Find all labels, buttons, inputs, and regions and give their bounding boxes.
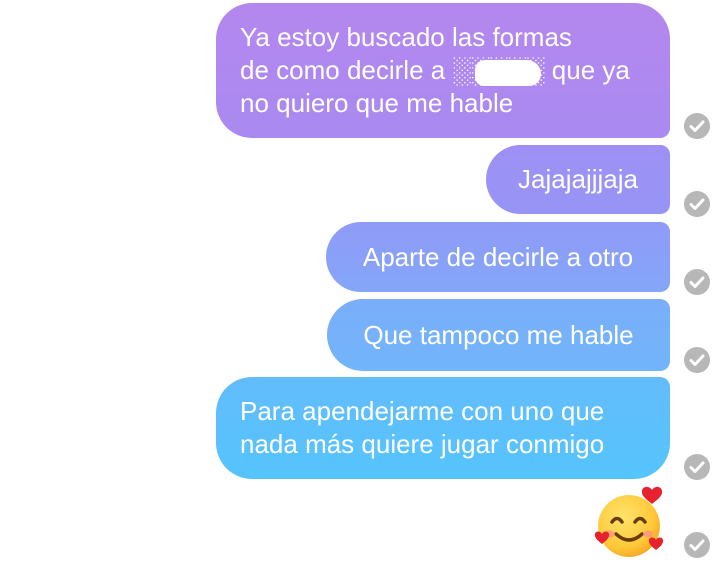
message-bubble[interactable]: Jajajajjjaja xyxy=(486,145,670,214)
message-text: Aparte de decirle a otro xyxy=(362,241,634,272)
message-bubble[interactable]: Aparte de decirle a otro xyxy=(326,222,670,292)
message-text: Ya estoy buscado las formas de como deci… xyxy=(240,22,630,118)
check-circle-icon xyxy=(684,113,710,139)
check-circle-icon xyxy=(684,454,710,480)
message-text: Jajajajjjaja xyxy=(518,164,638,194)
redaction-mark xyxy=(475,60,541,86)
message-bubble[interactable]: Para apendejarme con uno que nada más qu… xyxy=(216,377,670,479)
check-circle-icon xyxy=(684,269,710,295)
message-text: Para apendejarme con uno que nada más qu… xyxy=(240,396,605,459)
message-bubble[interactable]: Ya estoy buscado las formas de como deci… xyxy=(216,3,670,138)
chat-thread: Ya estoy buscado las formas de como deci… xyxy=(0,0,720,563)
smiling-face-with-hearts-icon[interactable] xyxy=(592,484,670,562)
message-bubble[interactable]: Que tampoco me hable xyxy=(327,299,670,371)
check-circle-icon xyxy=(684,191,710,217)
message-text: Que tampoco me hable xyxy=(363,319,634,350)
check-circle-icon xyxy=(684,347,710,373)
check-circle-icon xyxy=(684,532,710,558)
